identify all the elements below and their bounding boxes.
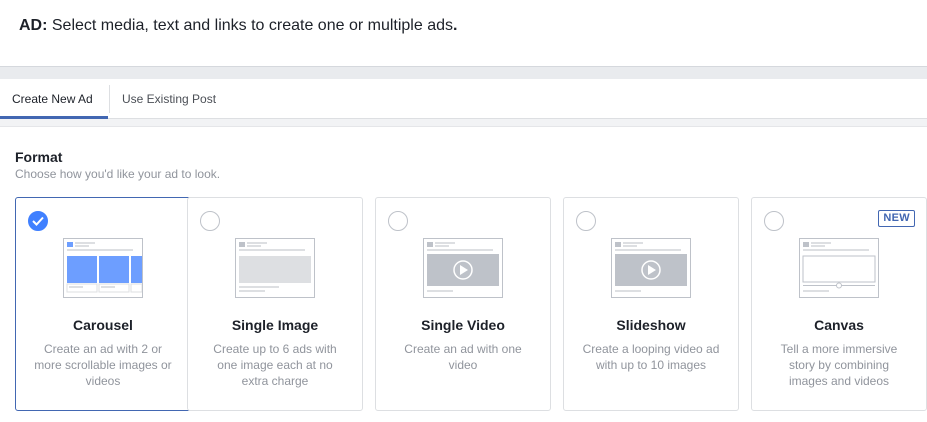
checkmark-icon — [32, 216, 44, 226]
card-description: Create an ad with 2 or more scrollable i… — [34, 342, 172, 388]
format-subtitle: Choose how you'd like your ad to look. — [15, 167, 221, 181]
canvas-radio[interactable] — [764, 211, 784, 231]
ad-instruction: AD: Select media, text and links to crea… — [19, 17, 457, 35]
slideshow-preview-icon — [611, 238, 691, 298]
section-divider — [0, 66, 927, 79]
format-card-canvas[interactable]: NEW Canvas Tell a more immersive story b… — [751, 197, 927, 411]
card-title: Slideshow — [616, 317, 686, 333]
ad-instruction-text: Select media, text and links to create o… — [47, 17, 453, 34]
card-description: Create an ad with one video — [404, 342, 522, 372]
single-image-radio[interactable] — [200, 211, 220, 231]
format-card-single-video[interactable]: Single Video Create an ad with one video — [375, 197, 551, 411]
card-description: Create up to 6 ads with one image each a… — [213, 342, 337, 388]
ad-label: AD: — [19, 17, 48, 34]
format-card-single-image[interactable]: Single Image Create up to 6 ads with one… — [187, 197, 363, 411]
format-title: Format — [15, 149, 63, 165]
single-image-preview-icon — [235, 238, 315, 298]
format-card-slideshow[interactable]: Slideshow Create a looping video ad with… — [563, 197, 739, 411]
single-video-preview-icon — [423, 238, 503, 298]
card-description: Create a looping video ad with up to 10 … — [582, 342, 720, 372]
new-badge: NEW — [878, 210, 915, 227]
ad-source-tabs: Create New Ad Use Existing Post — [0, 79, 927, 119]
carousel-preview-icon — [63, 238, 143, 298]
tab-create-new-ad[interactable]: Create New Ad — [0, 79, 108, 119]
ad-header: AD: Select media, text and links to crea… — [0, 0, 927, 66]
card-description: Tell a more immersive story by combining… — [780, 342, 898, 388]
ad-instruction-period: . — [452, 17, 458, 34]
card-title: Single Video — [421, 317, 505, 333]
tabs-divider — [0, 119, 927, 127]
format-card-carousel[interactable]: Carousel Create an ad with 2 or more scr… — [15, 197, 191, 411]
canvas-preview-icon — [799, 238, 879, 298]
card-title: Canvas — [814, 317, 864, 333]
tab-use-existing-post[interactable]: Use Existing Post — [109, 85, 228, 113]
card-title: Single Image — [231, 317, 319, 333]
card-title: Carousel — [73, 317, 133, 333]
slideshow-radio[interactable] — [576, 211, 596, 231]
single-video-radio[interactable] — [388, 211, 408, 231]
carousel-radio[interactable] — [28, 211, 48, 231]
